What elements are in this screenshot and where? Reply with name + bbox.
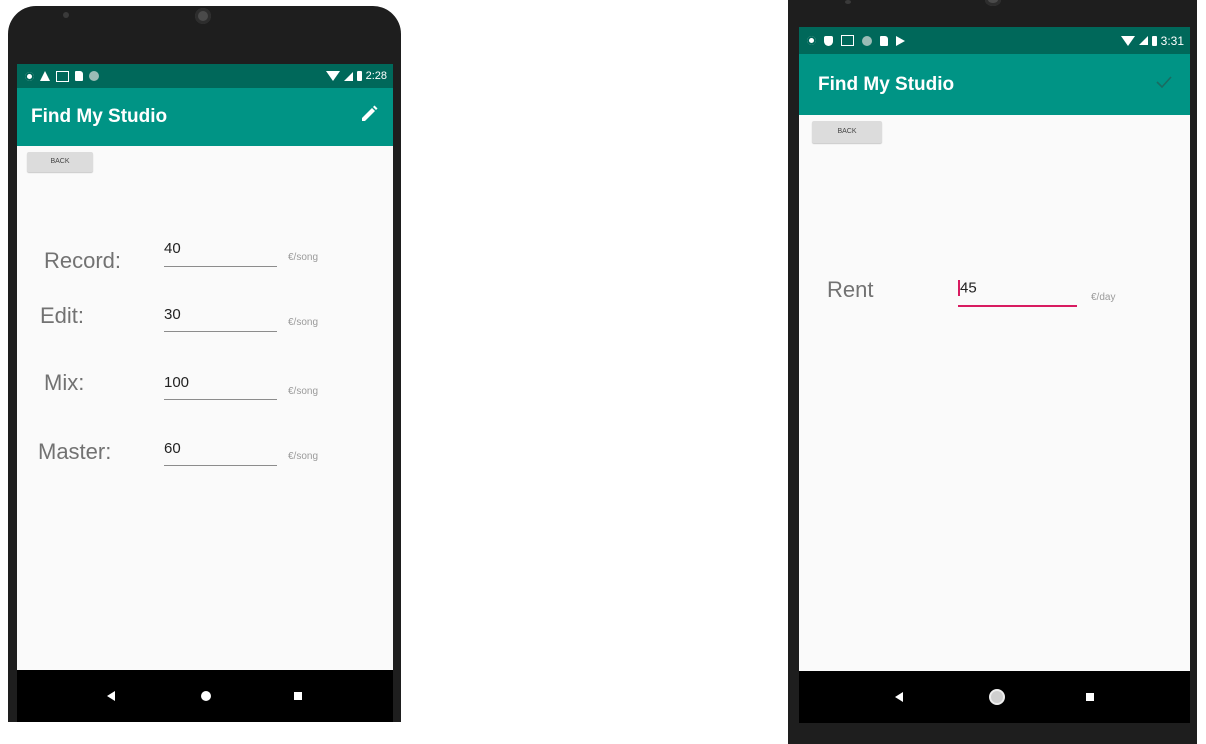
settings-icon — [25, 71, 34, 81]
mix-label: Mix: — [44, 370, 85, 395]
nav-home-icon[interactable] — [989, 689, 1005, 705]
master-label: Master: — [38, 439, 112, 464]
mix-field[interactable]: 100 — [164, 374, 277, 400]
front-camera-icon — [63, 12, 69, 18]
status-bar: 3:31 — [799, 27, 1190, 54]
play-store-icon — [896, 35, 905, 46]
shield-icon — [824, 35, 833, 46]
pencil-icon[interactable] — [359, 104, 379, 130]
navigation-bar — [799, 671, 1190, 723]
navigation-bar — [17, 670, 393, 722]
rent-value: 45 — [960, 279, 977, 297]
mail-icon — [841, 35, 854, 46]
notification-icons — [17, 70, 99, 82]
drive-icon — [40, 71, 50, 81]
record-unit: €/song — [288, 252, 319, 263]
app-bar: Find My Studio — [17, 88, 393, 146]
check-icon[interactable] — [1154, 72, 1174, 98]
notification-icons — [799, 35, 905, 46]
app-bar: Find My Studio — [799, 54, 1190, 115]
record-label: Record: — [44, 248, 122, 273]
status-time: 3:31 — [1160, 33, 1184, 48]
nav-back-icon[interactable] — [107, 691, 115, 701]
nav-home-icon[interactable] — [201, 691, 211, 701]
edit-unit: €/song — [288, 317, 319, 328]
rent-label: Rent — [827, 277, 874, 302]
sd-card-icon — [880, 35, 888, 46]
master-unit: €/song — [288, 451, 319, 462]
speaker-icon — [195, 8, 211, 24]
mix-unit: €/song — [288, 386, 319, 397]
right-screen: 3:31 Find My Studio BACK Rent 45 €/day — [799, 27, 1190, 671]
app-title: Find My Studio — [31, 106, 168, 127]
wifi-icon — [325, 71, 340, 81]
record-field[interactable]: 40 — [164, 240, 277, 267]
status-time: 2:28 — [365, 70, 387, 82]
left-screen: 2:28 Find My Studio BACK Record: 40 €/so… — [17, 64, 393, 670]
nav-recent-icon[interactable] — [294, 692, 302, 700]
back-button[interactable]: BACK — [812, 121, 882, 143]
sd-card-icon — [75, 71, 83, 81]
master-field[interactable]: 60 — [164, 440, 277, 466]
system-icons: 2:28 — [325, 70, 393, 82]
back-button[interactable]: BACK — [27, 152, 93, 172]
signal-icon — [343, 71, 353, 81]
nav-back-icon[interactable] — [895, 692, 903, 702]
circle-icon — [862, 35, 872, 46]
circle-icon — [89, 71, 99, 81]
front-camera-icon — [845, 0, 851, 4]
battery-icon — [356, 71, 362, 81]
nav-recent-icon[interactable] — [1086, 693, 1094, 701]
speaker-icon — [985, 0, 1001, 6]
edit-field[interactable]: 30 — [164, 306, 277, 332]
edit-label: Edit: — [40, 303, 85, 328]
mail-icon — [56, 70, 69, 82]
signal-icon — [1138, 36, 1148, 45]
wifi-icon — [1120, 35, 1135, 46]
left-phone-frame: 2:28 Find My Studio BACK Record: 40 €/so… — [8, 6, 401, 722]
system-icons: 3:31 — [1120, 33, 1190, 48]
status-bar: 2:28 — [17, 64, 393, 88]
rent-field[interactable]: 45 — [958, 279, 1077, 307]
right-phone-frame: 3:31 Find My Studio BACK Rent 45 €/day — [788, 0, 1197, 744]
battery-icon — [1151, 35, 1157, 46]
app-title: Find My Studio — [818, 73, 955, 95]
rent-unit: €/day — [1091, 292, 1116, 303]
settings-icon — [807, 36, 816, 45]
